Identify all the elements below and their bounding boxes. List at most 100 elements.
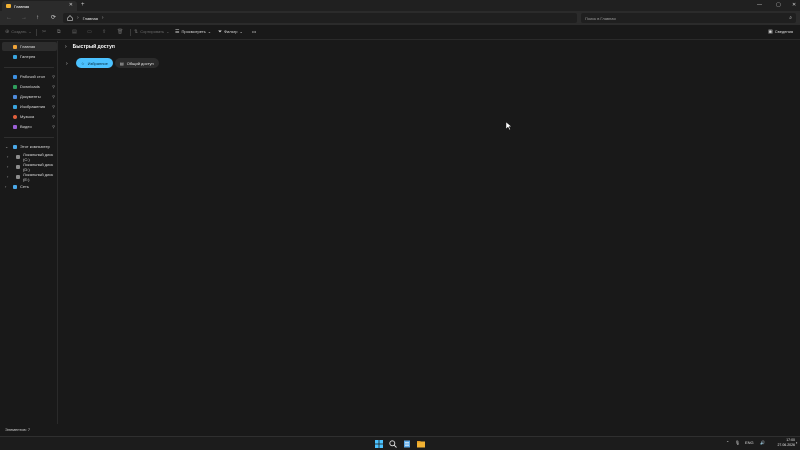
up-button[interactable]: ↑ <box>36 14 39 22</box>
computer-icon <box>13 144 17 149</box>
sidebar-item-network[interactable]: › Сеть <box>2 182 57 191</box>
gallery-icon <box>13 54 17 59</box>
pin-icon: ⚲ <box>52 104 55 109</box>
sidebar-item-label: Видео <box>20 124 32 129</box>
divider <box>36 29 37 36</box>
pin-icon: ⚲ <box>52 114 55 119</box>
tab-label: Главная <box>14 3 30 9</box>
chevron-right-icon[interactable]: › <box>7 174 8 179</box>
details-pane-icon: ▣ <box>768 29 773 35</box>
shared-pill[interactable]: ▤ Общий доступ <box>115 58 159 68</box>
sidebar-item-pictures[interactable]: Изображения ⚲ <box>2 102 57 111</box>
rename-icon[interactable]: ▭ <box>87 29 92 35</box>
sidebar-item-label: Изображения <box>20 104 46 109</box>
delete-icon[interactable]: 🗑 <box>117 29 123 35</box>
network-icon <box>13 184 17 189</box>
sidebar-item-label: Рабочий стол <box>20 74 46 79</box>
favorites-pill[interactable]: ☆ Избранное <box>76 58 113 68</box>
sidebar-item-documents[interactable]: Документы ⚲ <box>2 92 57 101</box>
quick-access-header[interactable]: › Быстрый доступ <box>65 44 115 50</box>
chevron-right-icon[interactable]: › <box>65 44 67 50</box>
sidebar-item-desktop[interactable]: Рабочий стол ⚲ <box>2 72 57 81</box>
view-button[interactable]: ☰ Просмотреть ⌄ <box>175 29 211 35</box>
shared-icon: ▤ <box>120 60 124 66</box>
tab-close-icon[interactable]: ✕ <box>69 3 73 8</box>
search-icon[interactable] <box>389 440 397 448</box>
notification-icon[interactable]: ▪ <box>796 440 797 446</box>
new-label: Создать <box>11 29 27 34</box>
search-icon[interactable]: ⌕ <box>789 15 792 21</box>
sidebar-item-drive-d[interactable]: › Локальный диск (D:) <box>2 162 57 172</box>
sidebar-item-this-pc[interactable]: ⌄ Этот компьютер <box>2 142 57 151</box>
filter-icon: ⏷ <box>218 29 223 35</box>
taskbar: ⌃ 🎙 ENG 🔊 17:00 27.06.2026 ▪ <box>0 436 800 450</box>
close-window-button[interactable]: ✕ <box>792 1 796 9</box>
chevron-right-icon[interactable]: › <box>7 154 8 159</box>
sidebar-item-label: Музыка <box>20 114 35 119</box>
home-icon <box>13 44 17 49</box>
details-button[interactable]: ▣ Сведения <box>768 29 793 35</box>
sidebar-item-label: Сеть <box>20 184 29 189</box>
new-button[interactable]: ⊕ Создать ⌄ <box>5 29 32 35</box>
drive-icon <box>16 164 20 169</box>
copy-icon[interactable]: ⧉ <box>57 29 61 35</box>
maximize-button[interactable]: ▢ <box>776 1 781 9</box>
chevron-up-icon[interactable]: ⌃ <box>726 440 729 446</box>
more-options-button[interactable]: ••• <box>252 29 256 35</box>
sidebar-item-videos[interactable]: Видео ⚲ <box>2 122 57 131</box>
filter-label: Фильтр <box>224 29 238 34</box>
chevron-down-icon: ⌄ <box>28 29 32 34</box>
desktop-icon <box>13 74 17 79</box>
sidebar-item-home[interactable]: Главная <box>2 42 57 51</box>
sidebar-item-label: Downloads <box>20 84 40 89</box>
chevron-right-icon[interactable]: › <box>5 184 6 189</box>
minimize-button[interactable]: — <box>757 1 762 9</box>
breadcrumb-home[interactable]: Главная <box>83 16 98 21</box>
chevron-right-icon[interactable]: › <box>7 164 8 169</box>
sidebar-item-music[interactable]: Музыка ⚲ <box>2 112 57 121</box>
sidebar-item-drive-c[interactable]: › Локальный диск (C:) <box>2 152 57 162</box>
sort-label: Сортировать <box>140 29 165 34</box>
tab-home[interactable]: Главная ✕ <box>2 1 77 11</box>
speaker-icon[interactable]: 🔊 <box>760 440 765 446</box>
chevron-right-icon[interactable]: › <box>66 61 68 67</box>
start-icon[interactable] <box>375 440 383 448</box>
clock[interactable]: 17:00 27.06.2026 <box>771 438 795 448</box>
sort-button[interactable]: ⇅ Сортировать ⌄ <box>134 29 169 35</box>
paste-icon[interactable]: ▤ <box>72 29 77 35</box>
divider <box>4 137 54 138</box>
sidebar-item-gallery[interactable]: Галерея <box>2 52 57 61</box>
sidebar-item-label: Документы <box>20 94 41 99</box>
cut-icon[interactable]: ✂ <box>42 29 46 35</box>
sidebar-item-downloads[interactable]: Downloads ⚲ <box>2 82 57 91</box>
sidebar-item-drive-e[interactable]: › Локальный диск (E:) <box>2 172 57 182</box>
content-area: › Быстрый доступ › ☆ Избранное ▤ Общий д… <box>59 41 800 424</box>
refresh-button[interactable]: ⟳ <box>51 14 56 22</box>
file-explorer-icon[interactable] <box>417 440 425 448</box>
back-button[interactable]: ← <box>6 14 12 22</box>
videos-icon <box>13 124 17 129</box>
breadcrumb-separator[interactable]: › <box>102 15 104 21</box>
share-icon[interactable]: ⇪ <box>102 29 106 35</box>
filter-button[interactable]: ⏷ Фильтр ⌄ <box>218 29 243 35</box>
breadcrumb-separator: › <box>77 15 79 21</box>
documents-icon <box>13 94 17 99</box>
view-icon: ☰ <box>175 29 180 35</box>
forward-button[interactable]: → <box>21 14 27 22</box>
chevron-down-icon[interactable]: ⌄ <box>5 144 8 149</box>
notepad-icon[interactable] <box>403 440 411 448</box>
plus-circle-icon: ⊕ <box>5 29 10 35</box>
home-icon[interactable] <box>67 15 73 21</box>
section-title: Быстрый доступ <box>72 44 115 50</box>
command-bar: ⊕ Создать ⌄ ✂ ⧉ ▤ ▭ ⇪ 🗑 ⇅ Сортировать ⌄ … <box>0 25 800 40</box>
microphone-icon[interactable]: 🎙 <box>735 440 740 446</box>
new-tab-button[interactable]: + <box>81 2 85 8</box>
pill-label: Избранное <box>87 60 108 66</box>
breadcrumb[interactable]: › Главная › <box>63 13 577 23</box>
music-icon <box>13 114 17 119</box>
divider <box>130 29 131 36</box>
language-indicator[interactable]: ENG <box>745 440 754 446</box>
drive-icon <box>16 174 20 179</box>
search-input[interactable]: Поиск в Главная ⌕ <box>581 13 796 23</box>
pin-icon: ⚲ <box>52 94 55 99</box>
